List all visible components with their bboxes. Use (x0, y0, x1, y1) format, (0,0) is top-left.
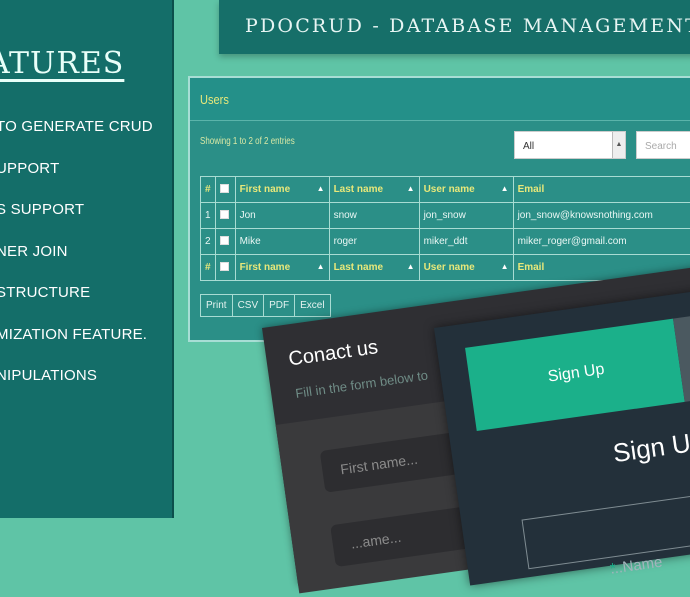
cell-email: miker_roger@gmail.com (513, 229, 690, 255)
row-checkbox[interactable] (215, 203, 235, 229)
features-title: ATURES (0, 46, 124, 81)
feature-item: NIPULATIONS (0, 367, 153, 409)
column-footer-last-name[interactable]: Last name▲ (329, 255, 419, 281)
banner-title: PDOCRUD - DATABASE MANAGEMENT SYS (245, 15, 690, 37)
sort-icon: ▲ (317, 262, 325, 271)
cell-email: jon_snow@knowsnothing.com (513, 203, 690, 229)
features-list: TO GENERATE CRUD UPPORT S SUPPORT NER JO… (0, 118, 153, 409)
cell-first-name: Jon (235, 203, 329, 229)
column-header-number: # (201, 177, 216, 203)
pdf-button[interactable]: PDF (263, 294, 295, 317)
chevron-down-icon: ▲ (612, 132, 625, 158)
cell-last-name: roger (329, 229, 419, 255)
column-header-user-name[interactable]: User name▲ (419, 177, 513, 203)
users-table: # First name▲ Last name▲ User name▲ Emai… (200, 176, 690, 281)
last-name-placeholder: ...ame... (350, 529, 402, 552)
excel-button[interactable]: Excel (294, 294, 330, 317)
column-footer-number: # (201, 255, 216, 281)
feature-item: STRUCTURE (0, 284, 153, 326)
sort-icon: ▲ (407, 184, 415, 193)
column-footer-first-name[interactable]: First name▲ (235, 255, 329, 281)
table-row[interactable]: 2 Mike roger miker_ddt miker_roger@gmail… (201, 229, 690, 255)
column-header-first-name[interactable]: First name▲ (235, 177, 329, 203)
column-footer-user-name[interactable]: User name▲ (419, 255, 513, 281)
name-field[interactable]: ...Name * (522, 483, 690, 569)
users-title: Users (200, 92, 229, 107)
header-banner: PDOCRUD - DATABASE MANAGEMENT SYS (219, 0, 690, 54)
row-number: 2 (201, 229, 216, 255)
sort-icon: ▲ (407, 262, 415, 271)
footer-checkbox[interactable] (215, 255, 235, 281)
cell-last-name: snow (329, 203, 419, 229)
column-header-email[interactable]: Email (513, 177, 690, 203)
search-input[interactable]: Search (636, 131, 690, 159)
search-placeholder: Search (645, 141, 677, 152)
table-header-row: # First name▲ Last name▲ User name▲ Emai… (201, 177, 690, 203)
feature-item: NER JOIN (0, 243, 153, 285)
contact-subtitle: Fill in the form below to (294, 367, 428, 400)
tab-sign-up[interactable]: Sign Up (465, 319, 685, 431)
export-buttons: Print CSV PDF Excel (200, 294, 330, 317)
feature-item: MIZATION FEATURE. (0, 326, 153, 368)
row-checkbox[interactable] (215, 229, 235, 255)
sort-icon: ▲ (501, 184, 509, 193)
first-name-placeholder: First name... (339, 451, 418, 478)
feature-item: S SUPPORT (0, 201, 153, 243)
entries-summary: Showing 1 to 2 of 2 entries (200, 136, 295, 147)
records-per-page-value: All (523, 141, 534, 152)
print-button[interactable]: Print (200, 294, 233, 317)
tab-sign-up-label: Sign Up (547, 361, 606, 387)
feature-item: UPPORT (0, 160, 153, 202)
table-footer-row: # First name▲ Last name▲ User name▲ Emai… (201, 255, 690, 281)
features-panel: ATURES TO GENERATE CRUD UPPORT S SUPPORT… (0, 0, 174, 518)
table-row[interactable]: 1 Jon snow jon_snow jon_snow@knowsnothin… (201, 203, 690, 229)
row-number: 1 (201, 203, 216, 229)
feature-item: TO GENERATE CRUD (0, 118, 153, 160)
contact-title: Conact us (287, 336, 379, 371)
cell-user-name: miker_ddt (419, 229, 513, 255)
signup-heading: Sign Up f (611, 424, 690, 470)
select-all-checkbox[interactable] (215, 177, 235, 203)
column-header-last-name[interactable]: Last name▲ (329, 177, 419, 203)
signup-card: Sign Up Sign Up f ...Name * (434, 281, 690, 586)
records-per-page-select[interactable]: All ▲ (514, 131, 626, 159)
cell-first-name: Mike (235, 229, 329, 255)
sort-icon: ▲ (317, 184, 325, 193)
csv-button[interactable]: CSV (232, 294, 265, 317)
sort-icon: ▲ (501, 262, 509, 271)
cell-user-name: jon_snow (419, 203, 513, 229)
users-card-header (190, 78, 690, 121)
